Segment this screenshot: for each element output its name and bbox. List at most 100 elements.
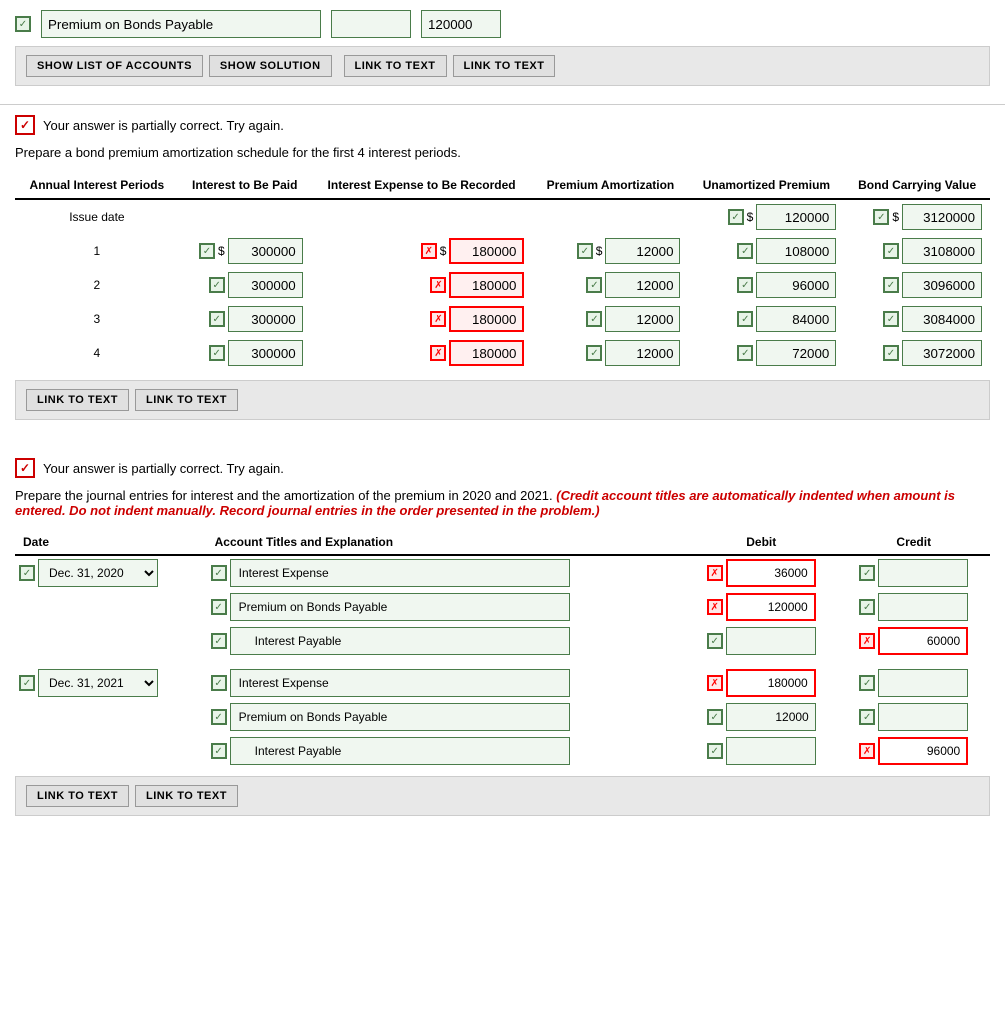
g1r3-debit-check[interactable]: ✓ — [707, 633, 723, 649]
g1r1-account-input[interactable] — [230, 559, 570, 587]
g2r2-account-input[interactable] — [230, 703, 570, 731]
r4-unamort-input[interactable] — [756, 340, 836, 366]
link-text-btn-4[interactable]: LINK TO TEXT — [135, 389, 238, 411]
r1-expense-input[interactable] — [449, 238, 524, 264]
r1-paid-input[interactable] — [228, 238, 303, 264]
issue-unamort-input[interactable] — [756, 204, 836, 230]
r4-amort-input[interactable] — [605, 340, 680, 366]
r3-carrying-check[interactable]: ✓ — [883, 311, 899, 327]
g1-date-check[interactable]: ✓ — [19, 565, 35, 581]
top-account-input[interactable] — [41, 10, 321, 38]
g2r1-credit-input[interactable] — [878, 669, 968, 697]
r1-amort-input[interactable] — [605, 238, 680, 264]
partial-correct-1: ✓ Your answer is partially correct. Try … — [15, 115, 990, 135]
g2-date-check[interactable]: ✓ — [19, 675, 35, 691]
issue-unamort-check[interactable]: ✓ — [728, 209, 744, 225]
g2r1-debit-input[interactable] — [726, 669, 816, 697]
g2r3-account-input[interactable] — [230, 737, 570, 765]
g1r3-debit-input[interactable] — [726, 627, 816, 655]
r4-paid-check[interactable]: ✓ — [209, 345, 225, 361]
link-text-btn-3[interactable]: LINK TO TEXT — [26, 389, 129, 411]
link-text-btn-5[interactable]: LINK TO TEXT — [26, 785, 129, 807]
issue-carrying-check[interactable]: ✓ — [873, 209, 889, 225]
r3-amort-check[interactable]: ✓ — [586, 311, 602, 327]
r4-carrying-input[interactable] — [902, 340, 982, 366]
g1-date-select[interactable]: Dec. 31, 2020 — [38, 559, 158, 587]
g1r2-debit-check[interactable]: ✗ — [707, 599, 723, 615]
r4-unamort-check[interactable]: ✓ — [737, 345, 753, 361]
r2-carrying-check[interactable]: ✓ — [883, 277, 899, 293]
g2r1-credit-check[interactable]: ✓ — [859, 675, 875, 691]
g1r2-credit-check[interactable]: ✓ — [859, 599, 875, 615]
link-text-btn-6[interactable]: LINK TO TEXT — [135, 785, 238, 807]
r4-expense-input[interactable] — [449, 340, 524, 366]
r3-amort-input[interactable] — [605, 306, 680, 332]
r2-unamort-input[interactable] — [756, 272, 836, 298]
r3-unamort-check[interactable]: ✓ — [737, 311, 753, 327]
r3-carrying-input[interactable] — [902, 306, 982, 332]
g1r1-debit-input[interactable] — [726, 559, 816, 587]
link-text-btn-2[interactable]: LINK TO TEXT — [453, 55, 556, 77]
r2-carrying-input[interactable] — [902, 272, 982, 298]
g2r3-credit-input[interactable] — [878, 737, 968, 765]
r3-expense-input[interactable] — [449, 306, 524, 332]
g2r2-debit-input[interactable] — [726, 703, 816, 731]
link-text-btn-1[interactable]: LINK TO TEXT — [344, 55, 447, 77]
g2r1-debit-check[interactable]: ✗ — [707, 675, 723, 691]
g2r1-account-check[interactable]: ✓ — [211, 675, 227, 691]
g2r3-debit-input[interactable] — [726, 737, 816, 765]
r2-unamort-check[interactable]: ✓ — [737, 277, 753, 293]
top-checkbox[interactable]: ✓ — [15, 16, 31, 32]
r1-carrying-input[interactable] — [902, 238, 982, 264]
r1-carrying-check[interactable]: ✓ — [883, 243, 899, 259]
r2-expense-check[interactable]: ✗ — [430, 277, 446, 293]
r3-paid-input[interactable] — [228, 306, 303, 332]
g1r3-credit-check[interactable]: ✗ — [859, 633, 875, 649]
g1r2-account-input[interactable] — [230, 593, 570, 621]
journal-col-credit: Credit — [837, 530, 990, 555]
r4-amort-check[interactable]: ✓ — [586, 345, 602, 361]
r3-paid-check[interactable]: ✓ — [209, 311, 225, 327]
r1-paid-check[interactable]: ✓ — [199, 243, 215, 259]
g1r2-account-check[interactable]: ✓ — [211, 599, 227, 615]
g1r3-credit-input[interactable] — [878, 627, 968, 655]
r2-paid-input[interactable] — [228, 272, 303, 298]
show-solution-btn[interactable]: SHOW SOLUTION — [209, 55, 332, 77]
r4-carrying-check[interactable]: ✓ — [883, 345, 899, 361]
r1-unamort-input[interactable] — [756, 238, 836, 264]
r2-paid-check[interactable]: ✓ — [209, 277, 225, 293]
r1-amort-check[interactable]: ✓ — [577, 243, 593, 259]
g1r2-debit-input[interactable] — [726, 593, 816, 621]
g1r1-debit-check[interactable]: ✗ — [707, 565, 723, 581]
issue-carrying-input[interactable] — [902, 204, 982, 230]
g2r1-account-input[interactable] — [230, 669, 570, 697]
r2-expense-input[interactable] — [449, 272, 524, 298]
g1r2-credit-input[interactable] — [878, 593, 968, 621]
r4-paid-input[interactable] — [228, 340, 303, 366]
g1r3-account-input[interactable] — [230, 627, 570, 655]
r3-unamort-input[interactable] — [756, 306, 836, 332]
g2r3-account-check[interactable]: ✓ — [211, 743, 227, 759]
g1r1-credit-input[interactable] — [878, 559, 968, 587]
g1r1-credit-check[interactable]: ✓ — [859, 565, 875, 581]
r2-amort-input[interactable] — [605, 272, 680, 298]
g1r1-account-check[interactable]: ✓ — [211, 565, 227, 581]
g2r2-account-check[interactable]: ✓ — [211, 709, 227, 725]
r2-amort-check[interactable]: ✓ — [586, 277, 602, 293]
r4-expense-check[interactable]: ✗ — [430, 345, 446, 361]
issue-date-label: Issue date — [15, 199, 179, 234]
top-credit-input[interactable] — [421, 10, 501, 38]
g2r2-debit-check[interactable]: ✓ — [707, 709, 723, 725]
g1r3-account-check[interactable]: ✓ — [211, 633, 227, 649]
g2-date-select[interactable]: Dec. 31, 2021 — [38, 669, 158, 697]
g2r2-credit-input[interactable] — [878, 703, 968, 731]
g2r3-credit-check[interactable]: ✗ — [859, 743, 875, 759]
r1-unamort-check[interactable]: ✓ — [737, 243, 753, 259]
r1-expense-check[interactable]: ✗ — [421, 243, 437, 259]
g2r3-debit-check[interactable]: ✓ — [707, 743, 723, 759]
top-debit-input[interactable] — [331, 10, 411, 38]
col-header-carrying: Bond Carrying Value — [844, 172, 990, 199]
show-list-btn[interactable]: SHOW LIST OF ACCOUNTS — [26, 55, 203, 77]
g2r2-credit-check[interactable]: ✓ — [859, 709, 875, 725]
r3-expense-check[interactable]: ✗ — [430, 311, 446, 327]
